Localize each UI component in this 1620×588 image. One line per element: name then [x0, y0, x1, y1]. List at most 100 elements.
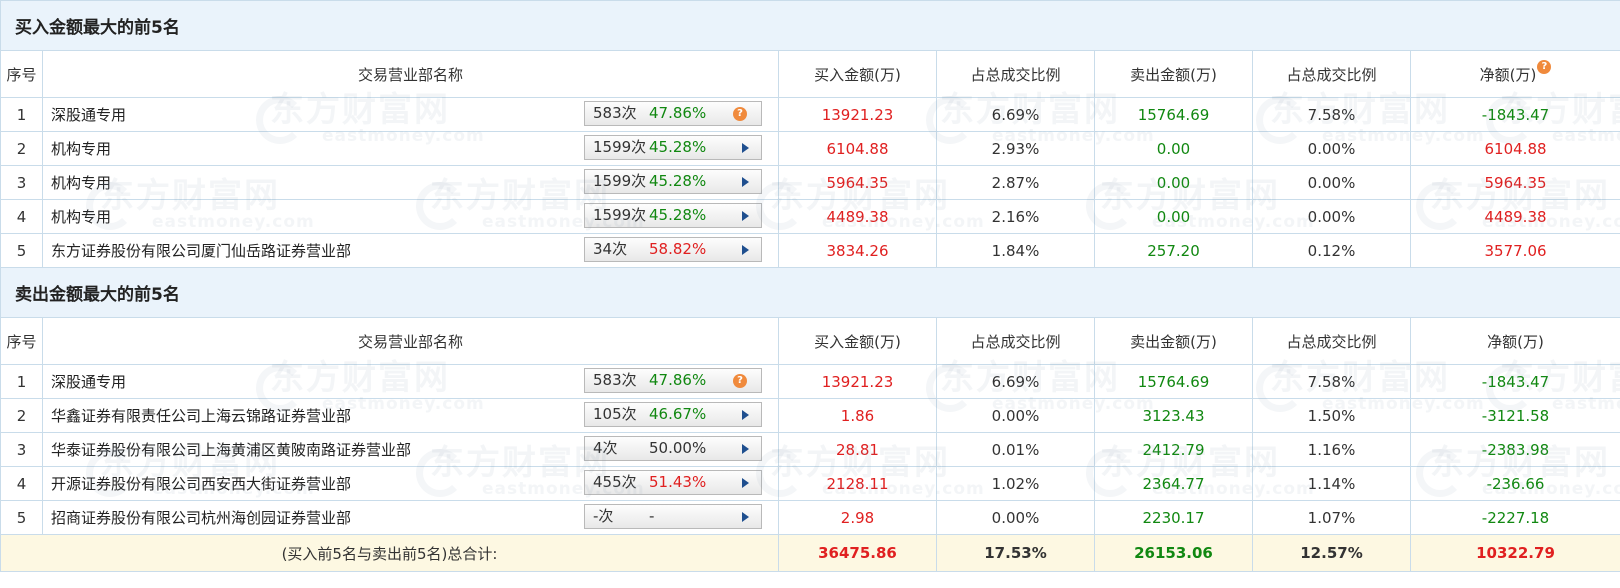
sell-ratio: 1.50% [1252, 398, 1411, 433]
buy-ratio: 2.87% [936, 165, 1095, 200]
col-header-no: 序号 [0, 317, 43, 365]
sell-amount: 3123.43 [1094, 398, 1253, 433]
win-rate: 51.43% [649, 473, 707, 491]
sell-ratio: 7.58% [1252, 97, 1411, 132]
branch-name-link[interactable]: 开源证券股份有限公司西安西大街证券营业部 [51, 473, 351, 494]
row-number: 4 [0, 466, 43, 501]
col-header-buy: 买入金额(万) [778, 50, 937, 98]
net-amount: -2227.18 [1409, 500, 1620, 535]
help-icon[interactable]: ? [733, 107, 747, 121]
net-amount: 6104.88 [1409, 131, 1620, 166]
branch-name-link[interactable]: 机构专用 [51, 172, 111, 193]
listing-count: 583次 [593, 104, 637, 122]
branch-stats-box[interactable]: 105次 46.67% [584, 402, 762, 427]
col-header-buy-ratio: 占总成交比例 [936, 50, 1095, 98]
net-amount: -1843.47 [1409, 97, 1620, 132]
total-net: 10322.79 [1409, 534, 1620, 572]
buy-ratio: 2.16% [936, 199, 1095, 234]
branch-cell: 深股通专用 583次 47.86%? [42, 364, 779, 399]
row-number: 3 [0, 432, 43, 467]
table-row: 5 东方证券股份有限公司厦门仙岳路证券营业部 34次 58.82% 3834.26 1.8… [0, 233, 1620, 268]
branch-stats-box[interactable]: 455次 51.43% [584, 470, 762, 495]
sell-amount: 257.20 [1094, 233, 1253, 268]
expand-arrow-icon[interactable] [742, 245, 749, 255]
net-amount: -236.66 [1409, 466, 1620, 501]
buy-ratio: 1.02% [936, 466, 1095, 501]
expand-arrow-icon[interactable] [742, 211, 749, 221]
table-row: 3 机构专用 1599次 45.28% 5964.35 2.87% 0.00 0.00% 596… [0, 165, 1620, 200]
branch-cell: 机构专用 1599次 45.28% [42, 199, 779, 234]
branch-name-link[interactable]: 招商证券股份有限公司杭州海创园证券营业部 [51, 507, 351, 528]
branch-name-link[interactable]: 机构专用 [51, 138, 111, 159]
expand-arrow-icon[interactable] [742, 177, 749, 187]
win-rate: 45.28% [649, 206, 707, 224]
table-row: 2 华鑫证券有限责任公司上海云锦路证券营业部 105次 46.67% 1.86 0.00%… [0, 398, 1620, 433]
branch-stats-box[interactable]: 1599次 45.28% [584, 169, 762, 194]
sell-header-row: 序号 交易营业部名称 买入金额(万) 占总成交比例 卖出金额(万) 占总成交比例… [0, 317, 1620, 365]
branch-name-link[interactable]: 华鑫证券有限责任公司上海云锦路证券营业部 [51, 405, 351, 426]
col-header-sell-ratio: 占总成交比例 [1252, 317, 1411, 365]
net-amount: 3577.06 [1409, 233, 1620, 268]
branch-cell: 华鑫证券有限责任公司上海云锦路证券营业部 105次 46.67% [42, 398, 779, 433]
sell-amount: 15764.69 [1094, 97, 1253, 132]
branch-stats-box[interactable]: 1599次 45.28% [584, 135, 762, 160]
branch-cell: 机构专用 1599次 45.28% [42, 131, 779, 166]
branch-name-link[interactable]: 机构专用 [51, 206, 111, 227]
branch-name-link[interactable]: 东方证券股份有限公司厦门仙岳路证券营业部 [51, 240, 351, 261]
sell-ratio: 1.14% [1252, 466, 1411, 501]
buy-amount: 6104.88 [778, 131, 937, 166]
branch-cell: 华泰证券股份有限公司上海黄浦区黄陂南路证券营业部 4次 50.00% [42, 432, 779, 467]
win-rate: 45.28% [649, 172, 707, 190]
net-amount: 5964.35 [1409, 165, 1620, 200]
branch-name-link[interactable]: 深股通专用 [51, 104, 126, 125]
col-header-branch: 交易营业部名称 [42, 50, 779, 98]
branch-cell: 机构专用 1599次 45.28% [42, 165, 779, 200]
expand-arrow-icon[interactable] [742, 444, 749, 454]
row-number: 2 [0, 131, 43, 166]
expand-arrow-icon[interactable] [742, 410, 749, 420]
buy-amount: 2128.11 [778, 466, 937, 501]
branch-stats-box[interactable]: -次 - [584, 504, 762, 529]
buy-amount: 1.86 [778, 398, 937, 433]
buy-ratio: 2.93% [936, 131, 1095, 166]
dragon-tiger-table: 买入金额最大的前5名 序号 交易营业部名称 买入金额(万) 占总成交比例 卖出金… [0, 0, 1620, 572]
col-header-sell: 卖出金额(万) [1094, 50, 1253, 98]
col-header-net-label: 净额(万) [1479, 65, 1537, 84]
branch-cell: 东方证券股份有限公司厦门仙岳路证券营业部 34次 58.82% [42, 233, 779, 268]
buy-ratio: 6.69% [936, 97, 1095, 132]
listing-count: -次 [593, 507, 614, 525]
expand-arrow-icon[interactable] [742, 512, 749, 522]
net-amount: -1843.47 [1409, 364, 1620, 399]
sell-ratio: 0.00% [1252, 199, 1411, 234]
help-icon[interactable]: ? [1537, 59, 1552, 74]
table-row: 4 开源证券股份有限公司西安西大街证券营业部 455次 51.43% 2128.11 1.… [0, 466, 1620, 501]
sell-ratio: 1.07% [1252, 500, 1411, 535]
listing-count: 4次 [593, 439, 618, 457]
buy-ratio: 1.84% [936, 233, 1095, 268]
expand-arrow-icon[interactable] [742, 478, 749, 488]
branch-stats-box[interactable]: 583次 47.86%? [584, 101, 762, 126]
branch-name-link[interactable]: 深股通专用 [51, 371, 126, 392]
win-rate: 46.67% [649, 405, 707, 423]
table-row: 2 机构专用 1599次 45.28% 6104.88 2.93% 0.00 0.00% 610… [0, 131, 1620, 166]
buy-ratio: 0.00% [936, 500, 1095, 535]
table-row: 4 机构专用 1599次 45.28% 4489.38 2.16% 0.00 0.00% 448… [0, 199, 1620, 234]
sell-section-title: 卖出金额最大的前5名 [0, 267, 1620, 318]
branch-stats-box[interactable]: 583次 47.86%? [584, 368, 762, 393]
win-rate: 58.82% [649, 240, 707, 258]
col-header-net: 净额(万) [1409, 317, 1620, 365]
listing-count: 1599次 [593, 206, 647, 224]
help-icon[interactable]: ? [733, 374, 747, 388]
net-amount: 4489.38 [1409, 199, 1620, 234]
branch-stats-box[interactable]: 4次 50.00% [584, 436, 762, 461]
buy-ratio: 0.00% [936, 398, 1095, 433]
win-rate: 47.86% [649, 104, 707, 122]
listing-count: 1599次 [593, 138, 647, 156]
expand-arrow-icon[interactable] [742, 143, 749, 153]
branch-stats-box[interactable]: 34次 58.82% [584, 237, 762, 262]
branch-name-link[interactable]: 华泰证券股份有限公司上海黄浦区黄陂南路证券营业部 [51, 439, 411, 460]
table-row: 3 华泰证券股份有限公司上海黄浦区黄陂南路证券营业部 4次 50.00% 28.81 0.… [0, 432, 1620, 467]
win-rate: 45.28% [649, 138, 707, 156]
sell-amount: 2230.17 [1094, 500, 1253, 535]
branch-stats-box[interactable]: 1599次 45.28% [584, 203, 762, 228]
